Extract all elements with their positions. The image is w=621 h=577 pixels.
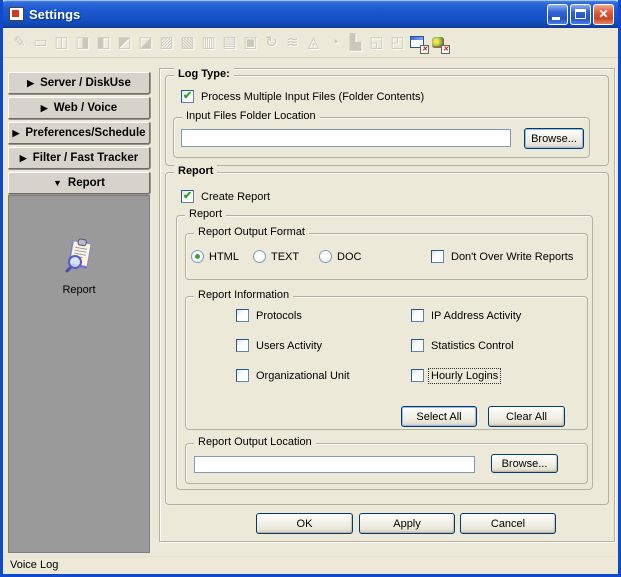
window-controls: ✕ bbox=[547, 4, 614, 25]
format-html-label: HTML bbox=[209, 250, 239, 264]
output-location-group-label: Report Output Location bbox=[194, 436, 316, 448]
users-activity-checkbox[interactable] bbox=[236, 339, 249, 352]
chevron-right-icon: ▶ bbox=[41, 103, 48, 114]
chevron-right-icon: ▶ bbox=[12, 128, 19, 139]
titlebar[interactable]: Settings ✕ bbox=[0, 0, 621, 28]
settings-window: Settings ✕ ✎ ▭ ◫ ◨ ◧ ◩ ◪ ▨ ▧ ▥ ▤ ▣ ↻ ≋ ◬… bbox=[0, 0, 621, 577]
statistics-control-label: Statistics Control bbox=[431, 339, 514, 353]
sidebar-item-preferences-schedule[interactable]: ▶ Preferences/Schedule bbox=[8, 122, 150, 144]
window-close-x-icon[interactable]: ✕ bbox=[408, 31, 429, 55]
sidebar-item-label: Filter / Fast Tracker bbox=[33, 152, 138, 164]
ip-address-activity-checkbox[interactable] bbox=[411, 309, 424, 322]
process-multiple-label: Process Multiple Input Files (Folder Con… bbox=[201, 90, 424, 104]
sidebar-panel: Report bbox=[8, 195, 150, 553]
report-shortcut-label: Report bbox=[9, 284, 149, 296]
dont-overwrite-checkbox[interactable] bbox=[431, 250, 444, 263]
alert-icon[interactable]: ◬ bbox=[303, 31, 324, 55]
format-text-radio[interactable] bbox=[253, 250, 266, 263]
sidebar-item-report[interactable]: ▼ Report bbox=[8, 172, 150, 194]
report-icon bbox=[59, 238, 99, 276]
mail-icon[interactable]: ▭ bbox=[30, 31, 51, 55]
dont-overwrite-label: Don't Over Write Reports bbox=[451, 250, 573, 264]
sidebar-item-label: Web / Voice bbox=[54, 102, 117, 114]
search-fb-log-icon[interactable]: ▧ bbox=[177, 31, 198, 55]
format-doc-radio[interactable] bbox=[319, 250, 332, 263]
create-report-label: Create Report bbox=[201, 190, 270, 204]
document-list-icon[interactable]: ▣ bbox=[240, 31, 261, 55]
clear-all-button[interactable]: Clear All bbox=[488, 406, 565, 427]
format-html-radio[interactable] bbox=[191, 250, 204, 263]
process-multiple-checkbox[interactable] bbox=[181, 90, 194, 103]
report-information-group-label: Report Information bbox=[194, 289, 293, 301]
output-format-group-label: Report Output Format bbox=[194, 226, 309, 238]
bar-chart-icon[interactable]: ▙ bbox=[345, 31, 366, 55]
cancel-button[interactable]: Cancel bbox=[460, 513, 556, 534]
minimize-icon bbox=[552, 17, 560, 20]
search-nntp-log-icon[interactable]: ◪ bbox=[135, 31, 156, 55]
sidebar-item-label: Report bbox=[68, 177, 105, 189]
log-type-group-label: Log Type: bbox=[174, 68, 234, 80]
format-text-label: TEXT bbox=[271, 250, 299, 264]
search-l-log-icon[interactable]: ▤ bbox=[219, 31, 240, 55]
toolbar: ✎ ▭ ◫ ◨ ◧ ◩ ◪ ▨ ▧ ▥ ▤ ▣ ↻ ≋ ◬ ◔ ▙ ◱ ◰ ✕ … bbox=[3, 28, 618, 58]
chevron-right-icon: ▶ bbox=[27, 78, 34, 89]
format-doc-label: DOC bbox=[337, 250, 361, 264]
status-text: Voice Log bbox=[10, 559, 58, 571]
close-button[interactable]: ✕ bbox=[593, 4, 614, 25]
report-group-label: Report bbox=[174, 165, 217, 177]
status-bar: Voice Log bbox=[3, 556, 618, 574]
protocols-checkbox[interactable] bbox=[236, 309, 249, 322]
minimize-button[interactable] bbox=[547, 4, 568, 25]
sidebar-item-label: Preferences/Schedule bbox=[25, 127, 145, 139]
app-icon bbox=[9, 7, 24, 21]
input-folder-browse-button[interactable]: Browse... bbox=[524, 128, 584, 149]
window-layout-icon[interactable]: ◱ bbox=[366, 31, 387, 55]
report-inner-group-label: Report bbox=[185, 208, 226, 220]
select-all-button[interactable]: Select All bbox=[401, 406, 477, 427]
maximize-icon bbox=[575, 9, 586, 19]
input-folder-field[interactable] bbox=[181, 129, 511, 147]
search-f-log-icon[interactable]: ▥ bbox=[198, 31, 219, 55]
create-report-checkbox[interactable] bbox=[181, 190, 194, 203]
apply-button[interactable]: Apply bbox=[359, 513, 455, 534]
report-shortcut[interactable]: Report bbox=[9, 238, 149, 296]
sidebar-item-server-diskuse[interactable]: ▶ Server / DiskUse bbox=[8, 72, 150, 94]
output-location-browse-button[interactable]: Browse... bbox=[491, 454, 558, 473]
protocols-label: Protocols bbox=[256, 309, 302, 323]
chevron-down-icon: ▼ bbox=[53, 178, 62, 188]
hourly-logins-label: Hourly Logins bbox=[429, 369, 500, 383]
chevron-right-icon: ▶ bbox=[20, 153, 27, 164]
search-ftp-log-icon[interactable]: ◨ bbox=[72, 31, 93, 55]
output-location-field[interactable] bbox=[194, 456, 475, 473]
sidebar-item-web-voice[interactable]: ▶ Web / Voice bbox=[8, 97, 150, 119]
search-ftp2-log-icon[interactable]: ▨ bbox=[156, 31, 177, 55]
maximize-button[interactable] bbox=[570, 4, 591, 25]
x-badge-icon: ✕ bbox=[420, 45, 429, 54]
close-icon: ✕ bbox=[594, 7, 613, 22]
users-activity-label: Users Activity bbox=[256, 339, 322, 353]
organizational-unit-label: Organizational Unit bbox=[256, 369, 350, 383]
sidebar-item-label: Server / DiskUse bbox=[40, 77, 131, 89]
input-folder-group-label: Input Files Folder Location bbox=[182, 110, 320, 122]
x-badge-icon: ✕ bbox=[441, 45, 450, 54]
search-http-log-icon[interactable]: ◫ bbox=[51, 31, 72, 55]
search-smtp-log-icon[interactable]: ◩ bbox=[114, 31, 135, 55]
clock-icon[interactable]: ◔ bbox=[324, 31, 345, 55]
edit-icon[interactable]: ✎ bbox=[9, 31, 30, 55]
wave-icon[interactable]: ≋ bbox=[282, 31, 303, 55]
window-grid-icon[interactable]: ◰ bbox=[387, 31, 408, 55]
sidebar-item-filter-fast-tracker[interactable]: ▶ Filter / Fast Tracker bbox=[8, 147, 150, 169]
window-title: Settings bbox=[29, 7, 547, 22]
app-close-x-icon[interactable]: ✕ bbox=[429, 31, 450, 55]
ip-address-activity-label: IP Address Activity bbox=[431, 309, 521, 323]
organizational-unit-checkbox[interactable] bbox=[236, 369, 249, 382]
statistics-control-checkbox[interactable] bbox=[411, 339, 424, 352]
search-imap-log-icon[interactable]: ◧ bbox=[93, 31, 114, 55]
refresh-icon[interactable]: ↻ bbox=[261, 31, 282, 55]
ok-button[interactable]: OK bbox=[256, 513, 353, 534]
hourly-logins-checkbox[interactable] bbox=[411, 369, 424, 382]
